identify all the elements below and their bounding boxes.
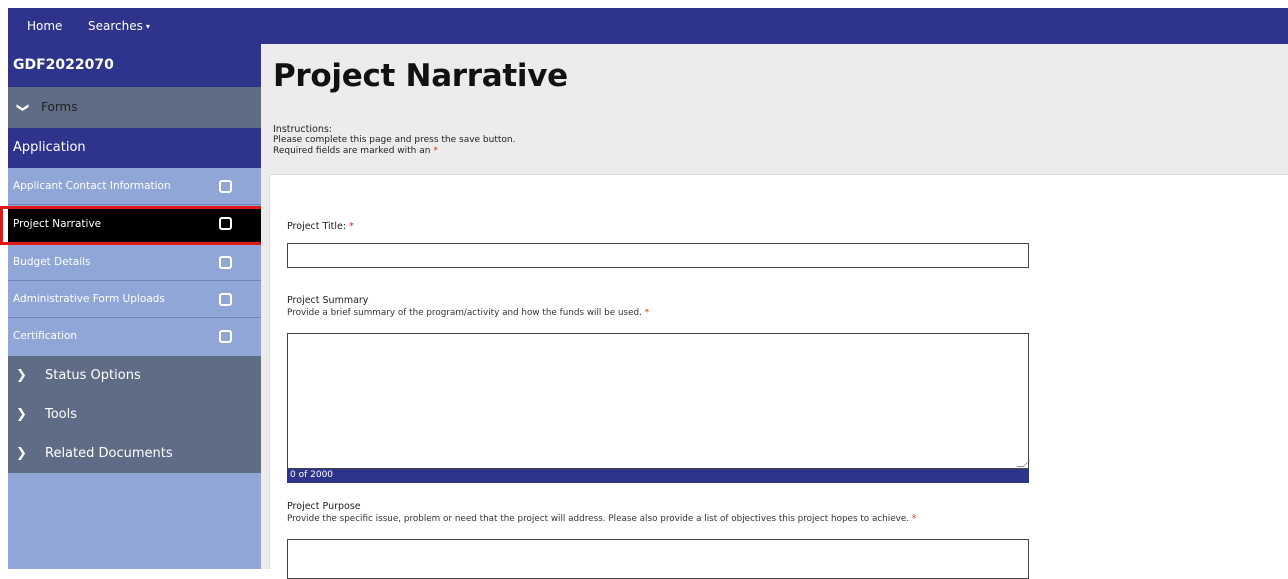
related-documents-section[interactable]: ❯ Related Documents [8, 434, 261, 473]
sidebar-item-label: Applicant Contact Information [13, 180, 171, 192]
project-summary-label: Project Summary [287, 295, 369, 306]
checkbox-icon [219, 256, 232, 269]
required-asterisk: * [644, 308, 650, 318]
page-title: Project Narrative [273, 58, 568, 94]
project-summary-help-text: Provide a brief summary of the program/a… [287, 308, 642, 318]
caret-down-icon: ▾ [145, 22, 150, 31]
nav-searches-label: Searches [88, 19, 143, 33]
project-purpose-help-text: Provide the specific issue, problem or n… [287, 514, 910, 524]
sidebar-item-administrative-form-uploads[interactable]: Administrative Form Uploads [8, 281, 261, 318]
required-asterisk: * [433, 146, 438, 156]
tools-section[interactable]: ❯ Tools [8, 395, 261, 434]
application-id-header: GDF2022070 [8, 44, 261, 87]
required-asterisk: * [349, 221, 354, 232]
nav-searches-menu[interactable]: Searches ▾ [88, 8, 150, 44]
instructions-line-2: Required fields are marked with an * [273, 146, 515, 157]
form-card: Project Title: * Project Summary Provide… [269, 174, 1288, 579]
main-content: Project Narrative Instructions: Please c… [261, 44, 1288, 579]
resize-grip-icon[interactable] [1016, 460, 1031, 467]
instructions: Instructions: Please complete this page … [273, 124, 515, 157]
project-purpose-label: Project Purpose [287, 501, 361, 512]
application-group-header: Application [8, 128, 261, 168]
section-label: Related Documents [45, 446, 173, 461]
status-options-section[interactable]: ❯ Status Options [8, 356, 261, 395]
sidebar-item-certification[interactable]: Certification [8, 318, 261, 355]
nav-home-link[interactable]: Home [27, 8, 62, 44]
sidebar-item-project-narrative[interactable]: Project Narrative [8, 206, 261, 243]
project-summary-help: Provide a brief summary of the program/a… [287, 308, 649, 318]
chevron-right-icon: ❯ [16, 446, 27, 461]
project-purpose-help: Provide the specific issue, problem or n… [287, 514, 916, 524]
sidebar-item-label: Administrative Form Uploads [13, 293, 165, 305]
character-counter: 0 of 2000 [287, 469, 1029, 483]
sidebar-item-label: Budget Details [13, 256, 91, 268]
forms-section-toggle[interactable]: ❯ Forms [8, 87, 261, 128]
chevron-right-icon: ❯ [16, 407, 27, 422]
sidebar-item-label: Project Narrative [13, 218, 102, 230]
instructions-heading: Instructions: [273, 124, 332, 135]
forms-label: Forms [41, 100, 78, 114]
section-label: Status Options [45, 368, 141, 383]
instructions-line-2-text: Required fields are marked with an [273, 146, 431, 156]
project-title-label: Project Title: * [287, 221, 354, 232]
project-summary-textarea[interactable] [287, 333, 1031, 469]
project-title-label-text: Project Title: [287, 221, 347, 232]
required-asterisk: * [911, 514, 917, 524]
sidebar-item-budget-details[interactable]: Budget Details [8, 244, 261, 281]
chevron-down-icon: ❯ [16, 102, 31, 113]
top-nav-bar: Home Searches ▾ [8, 8, 1288, 44]
section-label: Tools [45, 407, 78, 422]
sidebar-item-applicant-contact-information[interactable]: Applicant Contact Information [8, 168, 261, 205]
chevron-right-icon: ❯ [16, 368, 27, 383]
project-purpose-textarea[interactable] [287, 539, 1029, 579]
instructions-line-1: Please complete this page and press the … [273, 135, 516, 145]
checkbox-icon [219, 217, 232, 230]
sidebar: GDF2022070 ❯ Forms Application Applicant… [0, 44, 284, 569]
sidebar-item-label: Certification [13, 330, 78, 342]
checkbox-icon [219, 330, 232, 343]
checkbox-icon [219, 180, 232, 193]
checkbox-icon [219, 293, 232, 306]
project-title-input[interactable] [287, 243, 1029, 268]
